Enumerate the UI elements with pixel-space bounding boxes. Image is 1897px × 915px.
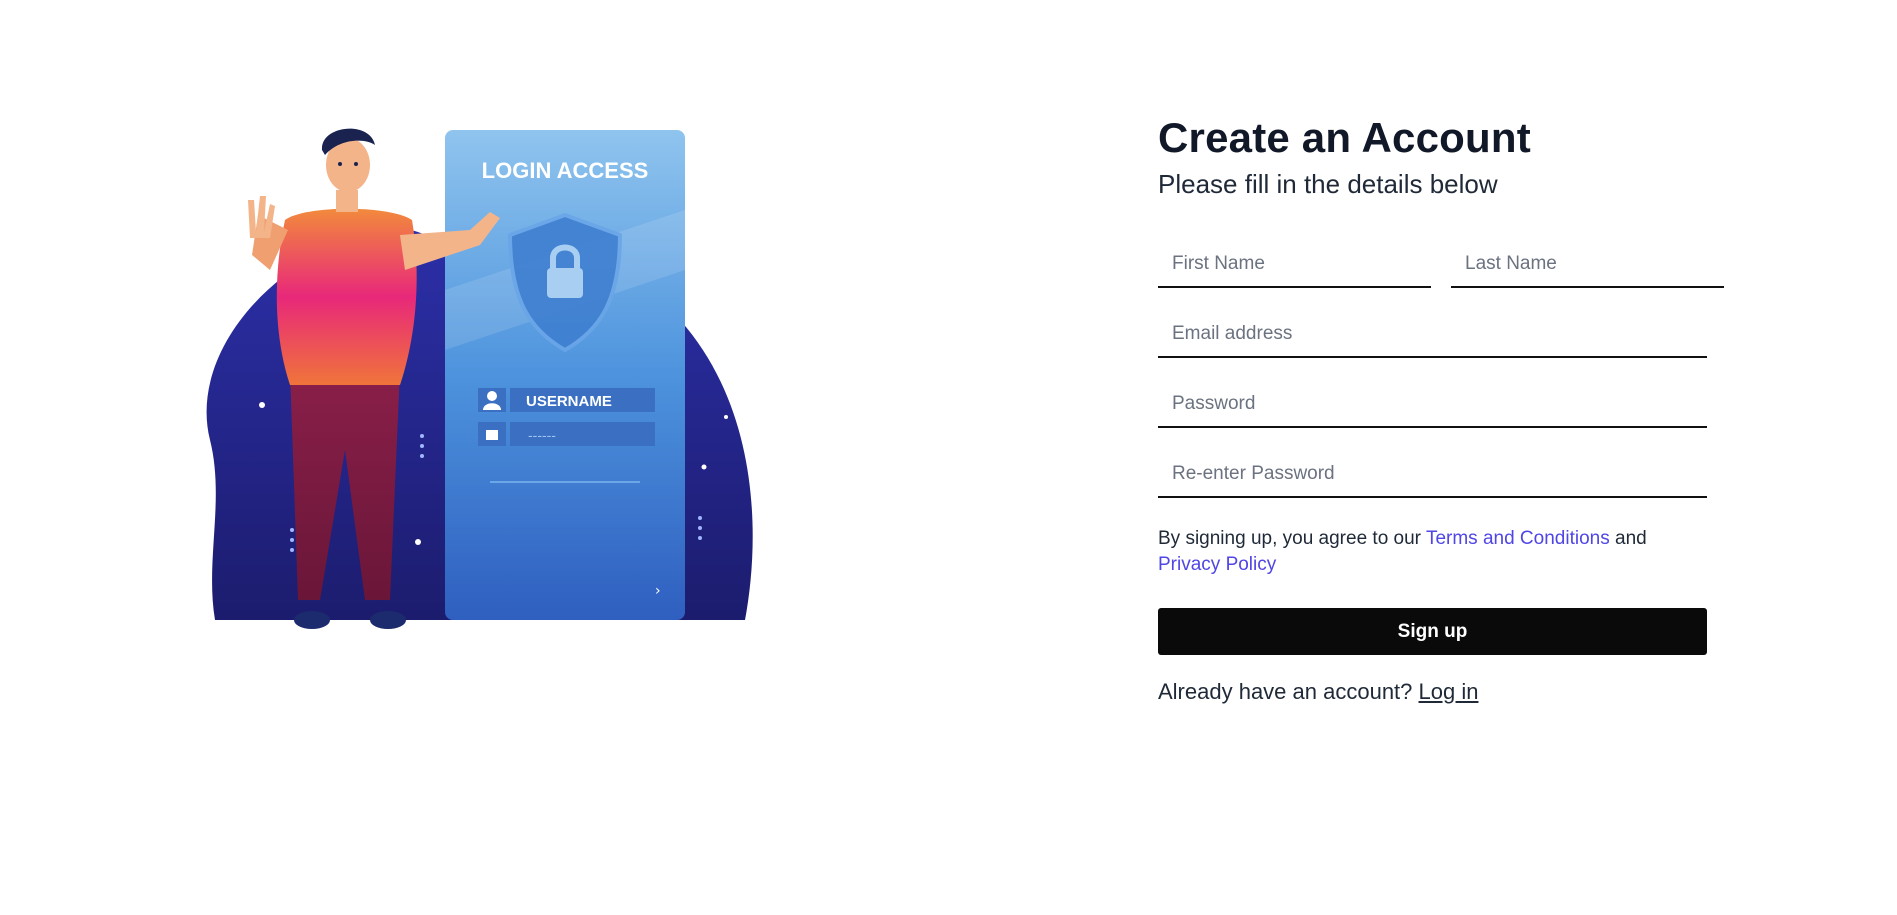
card-password-mask: ------: [528, 427, 556, 443]
last-name-input[interactable]: [1451, 242, 1724, 288]
login-prompt: Already have an account? Log in: [1158, 677, 1707, 707]
reenter-password-input[interactable]: [1158, 452, 1707, 498]
svg-text:›: ›: [655, 583, 661, 599]
signup-button[interactable]: Sign up: [1158, 608, 1707, 655]
terms-link[interactable]: Terms and Conditions: [1426, 528, 1610, 549]
signup-form: Create an Account Please fill in the det…: [1158, 110, 1724, 707]
terms-text: By signing up, you agree to our Terms an…: [1158, 526, 1707, 578]
page-title: Create an Account: [1158, 114, 1531, 161]
login-link[interactable]: Log in: [1419, 679, 1479, 704]
login-access-illustration: LOGIN ACCESS USERNAME ------ ›: [200, 120, 780, 650]
terms-mid: and: [1609, 528, 1647, 549]
login-prompt-text: Already have an account?: [1158, 679, 1419, 704]
card-title: LOGIN ACCESS: [482, 158, 649, 183]
privacy-link[interactable]: Privacy Policy: [1158, 554, 1276, 575]
card-username-label: USERNAME: [526, 393, 612, 410]
signup-page: LOGIN ACCESS USERNAME ------ › Create an…: [0, 0, 1897, 915]
first-name-input[interactable]: [1158, 242, 1431, 288]
form-fields: [1158, 242, 1724, 498]
terms-prefix: By signing up, you agree to our: [1158, 528, 1426, 549]
page-subtitle: Please fill in the details below: [1158, 169, 1498, 199]
email-input[interactable]: [1158, 312, 1707, 358]
password-input[interactable]: [1158, 382, 1707, 428]
